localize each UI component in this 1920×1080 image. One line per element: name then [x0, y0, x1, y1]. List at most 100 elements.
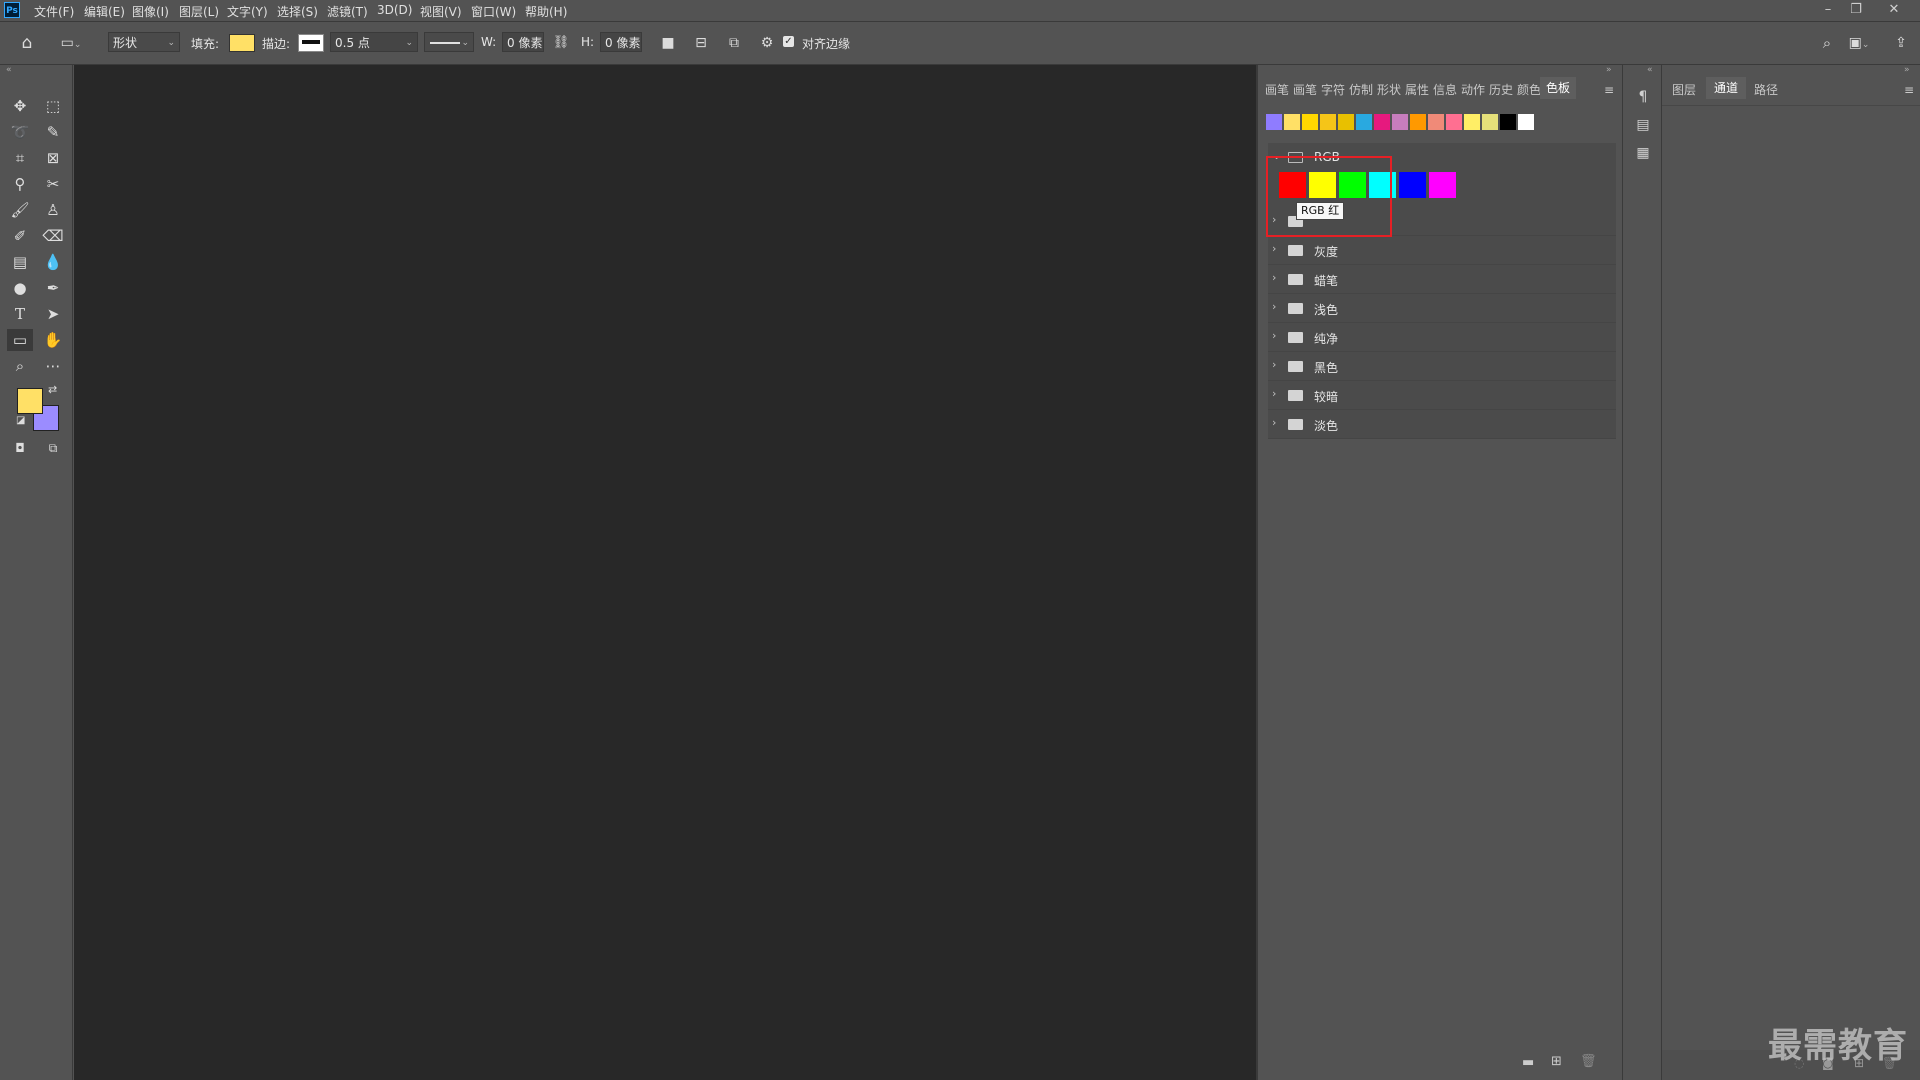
glyphs-panel-icon[interactable]: ▤ — [1633, 115, 1653, 135]
chevron-right-icon[interactable]: › — [1272, 416, 1276, 429]
clone-stamp-tool-icon[interactable]: ♙ — [40, 199, 66, 221]
trash-icon[interactable]: 🗑 — [1580, 1054, 1597, 1069]
recent-swatch[interactable] — [1428, 114, 1444, 130]
menu-file[interactable]: 文件(F) — [34, 3, 74, 20]
recent-swatch[interactable] — [1320, 114, 1336, 130]
chevron-right-icon[interactable]: › — [1272, 300, 1276, 313]
restore-icon[interactable]: ❐ — [1842, 1, 1870, 19]
recent-swatch[interactable] — [1284, 114, 1300, 130]
collapse-toolbar-icon[interactable]: « — [6, 65, 12, 75]
type-tool-icon[interactable]: T — [7, 303, 33, 325]
menu-image[interactable]: 图像(I) — [132, 3, 169, 20]
eyedropper-tool-icon[interactable]: ⚲ — [7, 173, 33, 195]
menu-help[interactable]: 帮助(H) — [525, 3, 567, 20]
tab-actions[interactable]: 动作 — [1461, 81, 1485, 98]
align-edges-checkbox[interactable]: ✓ — [783, 36, 794, 47]
hand-tool-icon[interactable]: ✋ — [40, 329, 66, 351]
quick-select-tool-icon[interactable]: ✎ — [40, 121, 66, 143]
chevron-right-icon[interactable]: › — [1272, 387, 1276, 400]
expand-panels-icon[interactable]: » — [1904, 65, 1910, 75]
height-field[interactable]: 0 像素 — [600, 32, 642, 52]
default-colors-icon[interactable]: ◪ — [16, 415, 25, 426]
more-tools-icon[interactable]: ⋯ — [40, 355, 66, 377]
swatch-group-pure[interactable]: › 纯净 — [1268, 323, 1616, 352]
canvas-area[interactable] — [74, 65, 1256, 1080]
screen-mode-icon[interactable]: ⧉ — [40, 437, 66, 459]
recent-swatch[interactable] — [1392, 114, 1408, 130]
tab-info[interactable]: 信息 — [1433, 81, 1457, 98]
tab-history[interactable]: 历史 — [1489, 81, 1513, 98]
menu-select[interactable]: 选择(S) — [277, 3, 318, 20]
menu-filter[interactable]: 滤镜(T) — [327, 3, 368, 20]
recent-swatch[interactable] — [1446, 114, 1462, 130]
panel-menu-icon[interactable]: ≡ — [1604, 83, 1614, 97]
move-tool-icon[interactable]: ✥ — [7, 95, 33, 117]
search-icon[interactable]: ⌕ — [1816, 32, 1838, 54]
swatch-rgb-magenta[interactable] — [1429, 172, 1456, 198]
notes-panel-icon[interactable]: ▦ — [1633, 143, 1653, 163]
tab-layers[interactable]: 图层 — [1672, 81, 1696, 98]
blur-tool-icon[interactable]: 💧 — [40, 251, 66, 273]
menu-layer[interactable]: 图层(L) — [179, 3, 219, 20]
swatch-group-grayscale[interactable]: › 灰度 — [1268, 236, 1616, 265]
paragraph-icon[interactable]: ¶ — [1633, 87, 1653, 107]
foreground-color-swatch[interactable] — [17, 388, 43, 414]
brush-tool-icon[interactable]: 🖌 — [7, 199, 33, 221]
lasso-tool-icon[interactable]: ➰ — [7, 121, 33, 143]
eraser-tool-icon[interactable]: ⌫ — [40, 225, 66, 247]
tab-channels[interactable]: 通道 — [1706, 77, 1747, 99]
new-group-folder-icon[interactable]: ▬ — [1522, 1055, 1534, 1070]
width-field[interactable]: 0 像素 — [502, 32, 544, 52]
collapse-panels-icon[interactable]: « — [1647, 65, 1653, 75]
swatch-group-pastel[interactable]: › 蜡笔 — [1268, 265, 1616, 294]
swatch-rgb-blue[interactable] — [1399, 172, 1426, 198]
menu-edit[interactable]: 编辑(E) — [84, 3, 125, 20]
expand-panels-icon[interactable]: » — [1606, 65, 1612, 75]
home-icon[interactable]: ⌂ — [16, 32, 38, 54]
dodge-tool-icon[interactable]: ● — [7, 277, 33, 299]
quick-mask-icon[interactable]: ◘ — [7, 437, 33, 459]
tab-character[interactable]: 字符 — [1321, 81, 1345, 98]
chevron-right-icon[interactable]: › — [1272, 271, 1276, 284]
menu-view[interactable]: 视图(V) — [420, 3, 462, 20]
crop-tool-icon[interactable]: ⌗ — [7, 147, 33, 169]
zoom-tool-icon[interactable]: ⌕ — [7, 355, 33, 377]
swatch-group-light[interactable]: › 浅色 — [1268, 294, 1616, 323]
minimize-icon[interactable]: – — [1814, 1, 1842, 19]
menu-type[interactable]: 文字(Y) — [227, 3, 268, 20]
tab-clone-source[interactable]: 仿制 — [1349, 81, 1373, 98]
tab-color[interactable]: 颜色 — [1517, 81, 1541, 98]
recent-swatch[interactable] — [1356, 114, 1372, 130]
path-select-tool-icon[interactable]: ➤ — [40, 303, 66, 325]
fill-color-swatch[interactable] — [229, 34, 255, 52]
workspace-icon[interactable]: ▣⌄ — [1848, 32, 1870, 54]
link-icon[interactable]: ⛓ — [550, 32, 572, 54]
tool-mode-select[interactable]: 形状 ⌄ — [108, 32, 180, 52]
chevron-right-icon[interactable]: › — [1272, 242, 1276, 255]
marquee-tool-icon[interactable]: ⬚ — [40, 95, 66, 117]
frame-tool-icon[interactable]: ⊠ — [40, 147, 66, 169]
swatch-group-black[interactable]: › 黑色 — [1268, 352, 1616, 381]
shape-tool-preset-icon[interactable]: ▭⌄ — [60, 32, 82, 54]
recent-swatch[interactable] — [1482, 114, 1498, 130]
recent-swatch[interactable] — [1266, 114, 1282, 130]
tab-properties[interactable]: 属性 — [1405, 81, 1429, 98]
tab-paths[interactable]: 路径 — [1754, 81, 1778, 98]
recent-swatch[interactable] — [1374, 114, 1390, 130]
stroke-type-select[interactable]: ⌄ — [424, 32, 474, 52]
path-alignment-icon[interactable]: ⊟ — [690, 32, 712, 54]
share-icon[interactable]: ⇪ — [1890, 32, 1912, 54]
tab-swatches[interactable]: 色板 — [1540, 77, 1577, 99]
stroke-color-swatch[interactable] — [298, 34, 324, 52]
swatch-group-pale[interactable]: › 淡色 — [1268, 410, 1616, 439]
pen-tool-icon[interactable]: ✒ — [40, 277, 66, 299]
panel-menu-icon[interactable]: ≡ — [1904, 83, 1914, 97]
spot-healing-tool-icon[interactable]: ✂ — [40, 173, 66, 195]
rectangle-tool-icon[interactable]: ▭ — [7, 329, 33, 351]
path-arrangement-icon[interactable]: ⧉ — [723, 32, 745, 54]
tab-shapes[interactable]: 形状 — [1377, 81, 1401, 98]
history-brush-tool-icon[interactable]: ✐ — [7, 225, 33, 247]
chevron-right-icon[interactable]: › — [1272, 329, 1276, 342]
gear-icon[interactable]: ⚙ — [756, 32, 778, 54]
recent-swatch[interactable] — [1410, 114, 1426, 130]
